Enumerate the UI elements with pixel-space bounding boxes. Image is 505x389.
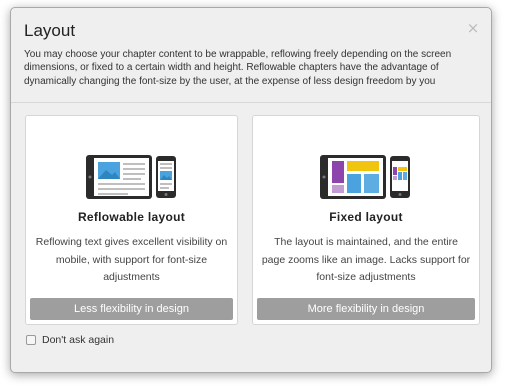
header-divider	[11, 102, 491, 103]
more-flexibility-button[interactable]: More flexibility in design	[257, 298, 475, 320]
dialog-title: Layout	[24, 21, 76, 40]
dont-ask-again-option[interactable]: Don't ask again	[26, 334, 114, 346]
dialog-description: You may choose your chapter content to b…	[24, 49, 452, 87]
fixed-layout-title: Fixed layout	[329, 210, 403, 224]
fixed-layout-description: The layout is maintained, and the entire…	[261, 236, 471, 283]
reflowable-layout-description: Reflowing text gives excellent visibilit…	[35, 236, 228, 283]
dont-ask-again-label: Don't ask again	[42, 334, 115, 346]
close-icon[interactable]: ×	[466, 21, 480, 36]
reflowable-layout-title: Reflowable layout	[77, 210, 186, 224]
tablet-phone-reflowable-icon	[26, 155, 237, 199]
dont-ask-again-checkbox[interactable]	[26, 335, 36, 345]
fixed-layout-card[interactable]: Fixed layout The layout is maintained, a…	[252, 115, 480, 325]
reflowable-layout-card[interactable]: Reflowable layout Reflowing text gives e…	[25, 115, 238, 325]
less-flexibility-button[interactable]: Less flexibility in design	[30, 298, 233, 320]
tablet-phone-fixed-icon	[253, 155, 479, 199]
layout-dialog: Layout × You may choose your chapter con…	[10, 7, 492, 373]
